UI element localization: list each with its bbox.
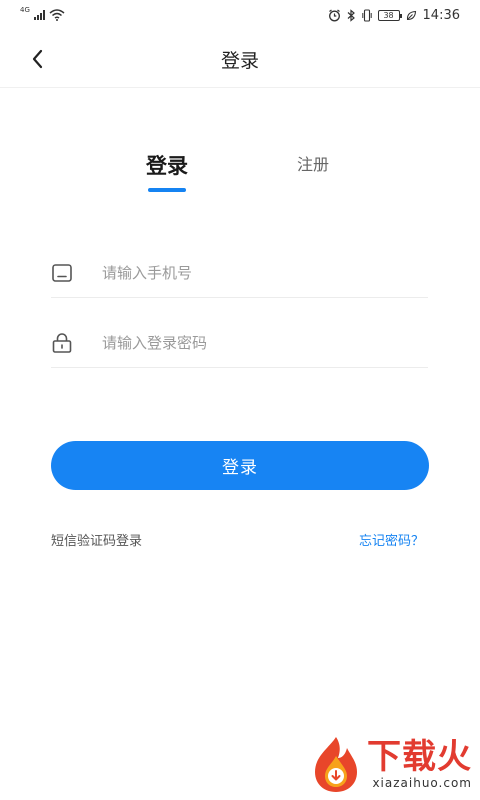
tab-login[interactable]: 登录 xyxy=(126,150,208,192)
watermark-brand: 下载火 xyxy=(367,737,472,777)
forgot-password-link[interactable]: 忘记密码？ xyxy=(359,530,424,549)
status-right: 38 14:36 xyxy=(328,8,460,23)
status-left: 4G xyxy=(20,6,65,21)
battery-icon: 38 xyxy=(377,9,402,21)
watermark-logo: 下载火 xiazaihuo.com xyxy=(307,734,472,794)
wifi-icon xyxy=(49,9,65,21)
tab-active-indicator xyxy=(148,188,186,192)
phone-field xyxy=(51,248,428,298)
tab-login-label: 登录 xyxy=(146,154,188,178)
bluetooth-icon xyxy=(347,8,355,22)
flame-logo-icon xyxy=(315,737,357,792)
signal-icon xyxy=(33,10,45,20)
auth-tabs: 登录 注册 xyxy=(0,150,480,200)
watermark-text: 下载火 xiazaihuo.com xyxy=(367,738,472,790)
nav-header: 登录 xyxy=(0,30,480,88)
status-time: 14:36 xyxy=(422,7,460,23)
phone-icon xyxy=(51,262,73,284)
status-bar: 4G 38 14:36 xyxy=(0,0,480,30)
lock-icon xyxy=(51,332,73,354)
tab-register[interactable]: 注册 xyxy=(280,150,346,180)
login-button[interactable]: 登录 xyxy=(51,441,429,490)
watermark-domain: xiazaihuo.com xyxy=(372,776,472,790)
page-title: 登录 xyxy=(220,50,259,72)
password-input[interactable] xyxy=(102,333,402,352)
network-type: 4G xyxy=(20,6,30,14)
phone-input[interactable] xyxy=(102,263,402,282)
alarm-icon xyxy=(328,9,340,21)
leaf-icon xyxy=(406,10,416,20)
vibrate-icon xyxy=(361,8,372,22)
password-field xyxy=(51,318,428,368)
tab-register-label: 注册 xyxy=(296,155,329,174)
sms-login-link[interactable]: 短信验证码登录 xyxy=(51,530,142,549)
